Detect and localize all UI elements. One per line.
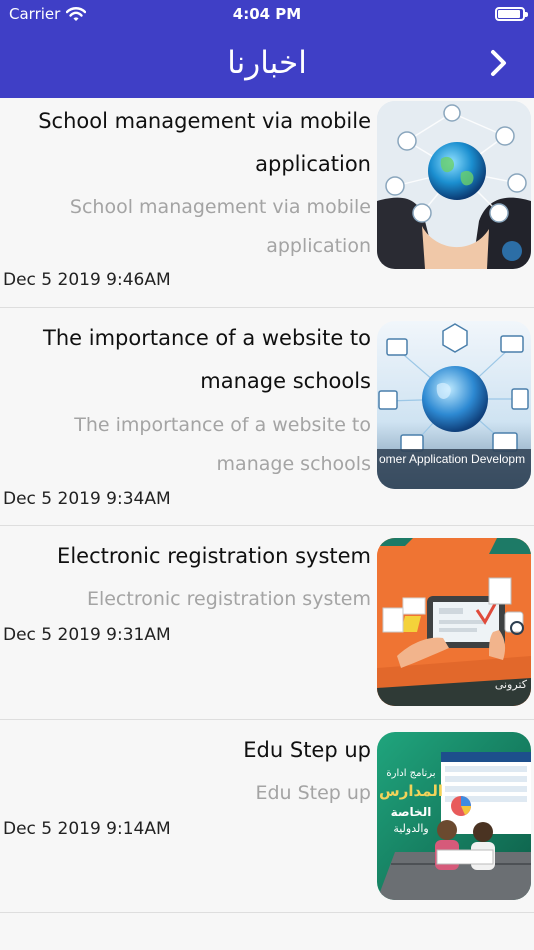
battery-icon xyxy=(495,7,528,21)
news-date: Dec 5 2019 9:34AM xyxy=(3,489,171,509)
news-row[interactable]: Electronic registration system Electroni… xyxy=(0,526,534,720)
school-management-program-icon: برنامج ادارة المدارس الخاصة والدولية xyxy=(377,732,531,900)
news-title: Edu Step up xyxy=(243,738,371,762)
news-date: Dec 5 2019 9:31AM xyxy=(3,625,171,645)
chevron-right-icon xyxy=(491,50,506,76)
thumbnail-caption: كترونى xyxy=(495,678,528,691)
news-row[interactable]: Edu Step up Edu Step up Dec 5 2019 9:14A… xyxy=(0,720,534,913)
news-thumbnail xyxy=(377,101,531,269)
back-button[interactable] xyxy=(482,44,516,82)
news-title: The importance of a website to manage sc… xyxy=(43,326,371,393)
list-empty-area xyxy=(0,913,534,950)
news-row[interactable]: School management via mobile application… xyxy=(0,98,534,308)
news-thumbnail: كترونى xyxy=(377,538,531,706)
news-subtitle: Electronic registration system xyxy=(86,588,371,610)
thumbnail-caption: omer Application Developm xyxy=(379,452,525,466)
tablet-registration-icon: كترونى xyxy=(377,538,531,706)
news-date: Dec 5 2019 9:14AM xyxy=(3,819,171,839)
network-globe-icon xyxy=(377,101,531,269)
app-header: Carrier 4:04 PM اخبارنا xyxy=(0,0,534,98)
thumbnail-caption-line1: برنامج ادارة xyxy=(386,768,435,779)
news-subtitle: The importance of a website to manage sc… xyxy=(74,414,371,475)
news-title: Electronic registration system xyxy=(57,544,371,568)
thumbnail-caption-line2: المدارس xyxy=(379,782,443,800)
status-time: 4:04 PM xyxy=(232,5,302,23)
news-subtitle: Edu Step up xyxy=(255,782,371,804)
page-title: اخبارنا xyxy=(227,45,307,81)
news-thumbnail: omer Application Developm xyxy=(377,321,531,489)
news-title: School management via mobile application xyxy=(38,109,371,176)
news-thumbnail: برنامج ادارة المدارس الخاصة والدولية xyxy=(377,732,531,900)
status-bar: Carrier 4:04 PM xyxy=(0,0,534,28)
thumbnail-caption-line4: والدولية xyxy=(393,822,428,835)
news-date: Dec 5 2019 9:46AM xyxy=(3,270,171,290)
news-row[interactable]: The importance of a website to manage sc… xyxy=(0,308,534,526)
globe-network-icon: omer Application Developm xyxy=(377,321,531,489)
thumbnail-caption-line3: الخاصة xyxy=(391,805,432,819)
news-subtitle: School management via mobile application xyxy=(69,196,371,257)
